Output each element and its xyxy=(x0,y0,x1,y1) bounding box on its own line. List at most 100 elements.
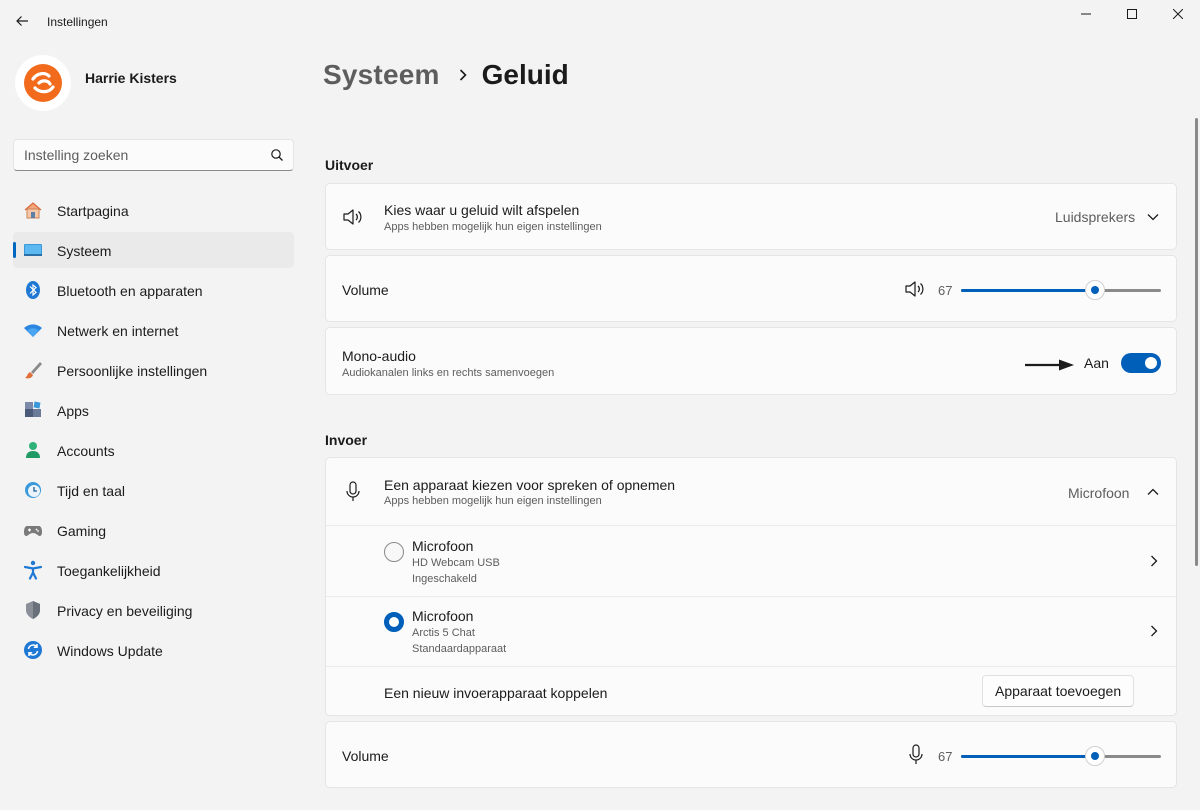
sidebar-item-label: Gaming xyxy=(57,523,107,539)
gamepad-icon xyxy=(23,520,43,540)
arrow-right-icon xyxy=(1025,359,1074,371)
sidebar-item-label: Accounts xyxy=(57,443,115,459)
mono-audio-toggle[interactable] xyxy=(1121,353,1161,373)
output-device-card[interactable]: Kies waar u geluid wilt afspelen Apps he… xyxy=(325,183,1177,250)
sidebar-item-windows-update[interactable]: Windows Update xyxy=(13,632,294,668)
radio-button[interactable] xyxy=(384,542,404,562)
profile-name: Harrie Kisters xyxy=(85,70,177,86)
sidebar-item-toegankelijkheid[interactable]: Toegankelijkheid xyxy=(13,552,294,588)
sidebar-item-label: Persoonlijke instellingen xyxy=(57,363,208,379)
input-device-name: Microfoon xyxy=(412,538,474,554)
sidebar-item-label: Netwerk en internet xyxy=(57,323,179,339)
sidebar-item-label: Windows Update xyxy=(57,643,163,659)
add-device-button[interactable]: Apparaat toevoegen xyxy=(982,675,1135,707)
breadcrumb-parent[interactable]: Systeem xyxy=(323,59,440,91)
output-volume-slider[interactable] xyxy=(961,280,1161,300)
close-icon xyxy=(1173,9,1183,19)
brush-icon xyxy=(23,360,43,380)
bluetooth-icon xyxy=(23,280,43,300)
chevron-right-icon xyxy=(458,68,468,82)
sidebar-item-bluetooth[interactable]: Bluetooth en apparaten xyxy=(13,272,294,308)
output-volume-label: Volume xyxy=(342,282,389,298)
sidebar-item-persoonlijke-instellingen[interactable]: Persoonlijke instellingen xyxy=(13,352,294,388)
input-device-card: Een apparaat kiezen voor spreken of opne… xyxy=(325,457,1177,716)
sidebar-item-label: Privacy en beveiliging xyxy=(57,603,193,619)
input-device-model: HD Webcam USB xyxy=(412,557,500,569)
search-box[interactable] xyxy=(13,139,294,171)
sidebar-item-label: Apps xyxy=(57,403,89,419)
maximize-button[interactable] xyxy=(1109,0,1155,28)
search-input[interactable] xyxy=(24,140,264,170)
title-bar: Instellingen xyxy=(0,0,1200,44)
sidebar-item-apps[interactable]: Apps xyxy=(13,392,294,428)
slider-thumb[interactable] xyxy=(1085,280,1105,300)
minimize-button[interactable] xyxy=(1063,0,1109,28)
maximize-icon xyxy=(1127,9,1137,19)
input-device-title: Een apparaat kiezen voor spreken of opne… xyxy=(384,477,676,493)
clock-globe-icon xyxy=(23,480,43,500)
app-title: Instellingen xyxy=(47,15,108,29)
home-icon xyxy=(23,200,43,220)
shield-icon xyxy=(23,600,43,620)
chevron-right-icon[interactable] xyxy=(1147,554,1161,568)
sidebar-item-tijd-en-taal[interactable]: Tijd en taal xyxy=(13,472,294,508)
person-icon xyxy=(23,440,43,460)
sidebar-item-label: Startpagina xyxy=(57,203,129,219)
sidebar-item-privacy[interactable]: Privacy en beveiliging xyxy=(13,592,294,628)
chevron-down-icon[interactable] xyxy=(1146,210,1160,224)
input-device-status: Ingeschakeld xyxy=(412,573,477,585)
search-icon[interactable] xyxy=(270,148,284,162)
input-device-model: Arctis 5 Chat xyxy=(412,627,475,639)
mono-audio-card: Mono-audio Audiokanalen links en rechts … xyxy=(325,327,1177,395)
input-device-selected[interactable]: Microfoon xyxy=(1068,485,1129,501)
slider-fill xyxy=(961,289,1095,292)
add-input-device-label: Een nieuw invoerapparaat koppelen xyxy=(384,685,608,701)
sidebar-item-accounts[interactable]: Accounts xyxy=(13,432,294,468)
chevron-up-icon[interactable] xyxy=(1146,485,1160,499)
sidebar-item-systeem[interactable]: Systeem xyxy=(13,232,294,268)
back-arrow-icon xyxy=(16,16,28,26)
input-device-subtitle: Apps hebben mogelijk hun eigen instellin… xyxy=(384,495,602,507)
speaker-icon[interactable] xyxy=(904,278,926,300)
back-button[interactable] xyxy=(10,9,34,33)
input-device-option[interactable]: Microfoon Arctis 5 Chat Standaardapparaa… xyxy=(326,597,1176,666)
sidebar-item-startpagina[interactable]: Startpagina xyxy=(13,192,294,228)
output-device-subtitle: Apps hebben mogelijk hun eigen instellin… xyxy=(384,221,602,233)
minimize-icon xyxy=(1081,13,1091,15)
microphone-icon xyxy=(342,481,364,503)
input-device-option[interactable]: Microfoon HD Webcam USB Ingeschakeld xyxy=(326,526,1176,596)
sidebar-item-netwerk[interactable]: Netwerk en internet xyxy=(13,312,294,348)
mono-audio-state: Aan xyxy=(1084,355,1109,371)
update-icon xyxy=(23,640,43,660)
sidebar-item-label: Systeem xyxy=(57,243,112,259)
mono-audio-title: Mono-audio xyxy=(342,348,416,364)
page-title: Geluid xyxy=(481,59,569,90)
close-button[interactable] xyxy=(1155,0,1200,28)
radio-button-selected[interactable] xyxy=(384,612,404,632)
sidebar-item-label: Bluetooth en apparaten xyxy=(57,283,203,299)
input-volume-slider[interactable] xyxy=(961,746,1161,766)
apps-icon xyxy=(23,400,43,420)
microphone-icon[interactable] xyxy=(905,744,927,766)
input-volume-label: Volume xyxy=(342,748,389,764)
chevron-right-icon[interactable] xyxy=(1147,624,1161,638)
slider-thumb[interactable] xyxy=(1085,746,1105,766)
slider-fill xyxy=(961,755,1095,758)
sidebar-item-label: Toegankelijkheid xyxy=(57,563,161,579)
input-device-header[interactable]: Een apparaat kiezen voor spreken of opne… xyxy=(326,458,1176,525)
input-volume-value: 67 xyxy=(938,749,953,764)
sidebar-nav: Startpagina Systeem Bluetooth en apparat… xyxy=(13,192,294,672)
section-title-input: Invoer xyxy=(325,432,368,448)
avatar[interactable] xyxy=(15,55,71,111)
divider xyxy=(326,666,1176,667)
output-device-title: Kies waar u geluid wilt afspelen xyxy=(384,202,580,218)
avatar-logo-icon xyxy=(24,64,62,102)
sidebar-item-gaming[interactable]: Gaming xyxy=(13,512,294,548)
input-volume-card: Volume 67 xyxy=(325,721,1177,788)
input-device-name: Microfoon xyxy=(412,608,474,624)
breadcrumb: Systeem Geluid xyxy=(323,55,569,95)
output-device-selected[interactable]: Luidsprekers xyxy=(1055,209,1135,225)
input-device-status: Standaardapparaat xyxy=(412,643,507,655)
scrollbar[interactable] xyxy=(1195,118,1198,566)
wifi-icon xyxy=(23,320,43,340)
